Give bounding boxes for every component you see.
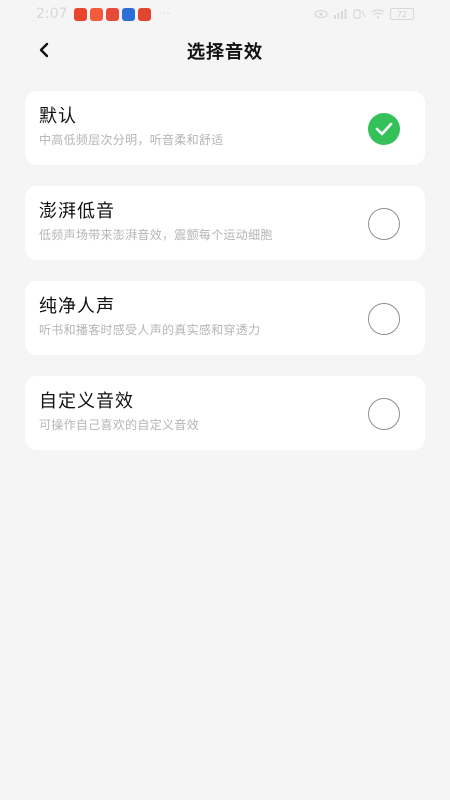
mute-icon [353,9,366,19]
option-description: 低频声场带来澎湃音效，震颤每个运动细胞 [39,228,273,242]
checkmark-icon [375,122,393,136]
battery-icon: 72 [390,8,414,20]
sound-option-default[interactable]: 默认 中高低频层次分明，听音柔和舒适 [25,91,425,165]
radio-unselected-icon[interactable] [368,398,400,430]
red-app-icon [90,7,104,21]
option-description: 可操作自己喜欢的自定义音效 [39,418,199,432]
sound-option-custom[interactable]: 自定义音效 可操作自己喜欢的自定义音效 [25,376,425,450]
orange-app-icon [138,7,152,21]
option-title: 自定义音效 [39,391,134,412]
game-app-icon [106,7,120,21]
eye-icon [314,9,328,19]
sound-option-vocal[interactable]: 纯净人声 听书和播客时感受人声的真实感和穿透力 [25,281,425,355]
option-title: 纯净人声 [39,296,115,317]
status-bar: 2:07 ··· 72 [0,0,450,28]
radio-unselected-icon[interactable] [368,208,400,240]
blue-app-icon [122,7,136,21]
radio-selected-icon[interactable] [368,113,400,145]
option-description: 中高低频层次分明，听音柔和舒适 [39,133,224,147]
nav-bar: 选择音效 [0,30,450,70]
status-time: 2:07 [36,6,68,22]
page-title: 选择音效 [187,42,263,63]
status-right: 72 [314,8,414,20]
weibo-app-icon [74,7,88,21]
status-left: 2:07 ··· [36,6,171,22]
option-title: 澎湃低音 [39,201,115,222]
option-description: 听书和播客时感受人声的真实感和穿透力 [39,323,261,337]
wifi-icon [371,9,385,19]
signal-icon [334,9,347,19]
more-notifications-icon: ··· [158,8,171,20]
option-title: 默认 [39,106,77,127]
sound-option-bass[interactable]: 澎湃低音 低频声场带来澎湃音效，震颤每个运动细胞 [25,186,425,260]
radio-unselected-icon[interactable] [368,303,400,335]
